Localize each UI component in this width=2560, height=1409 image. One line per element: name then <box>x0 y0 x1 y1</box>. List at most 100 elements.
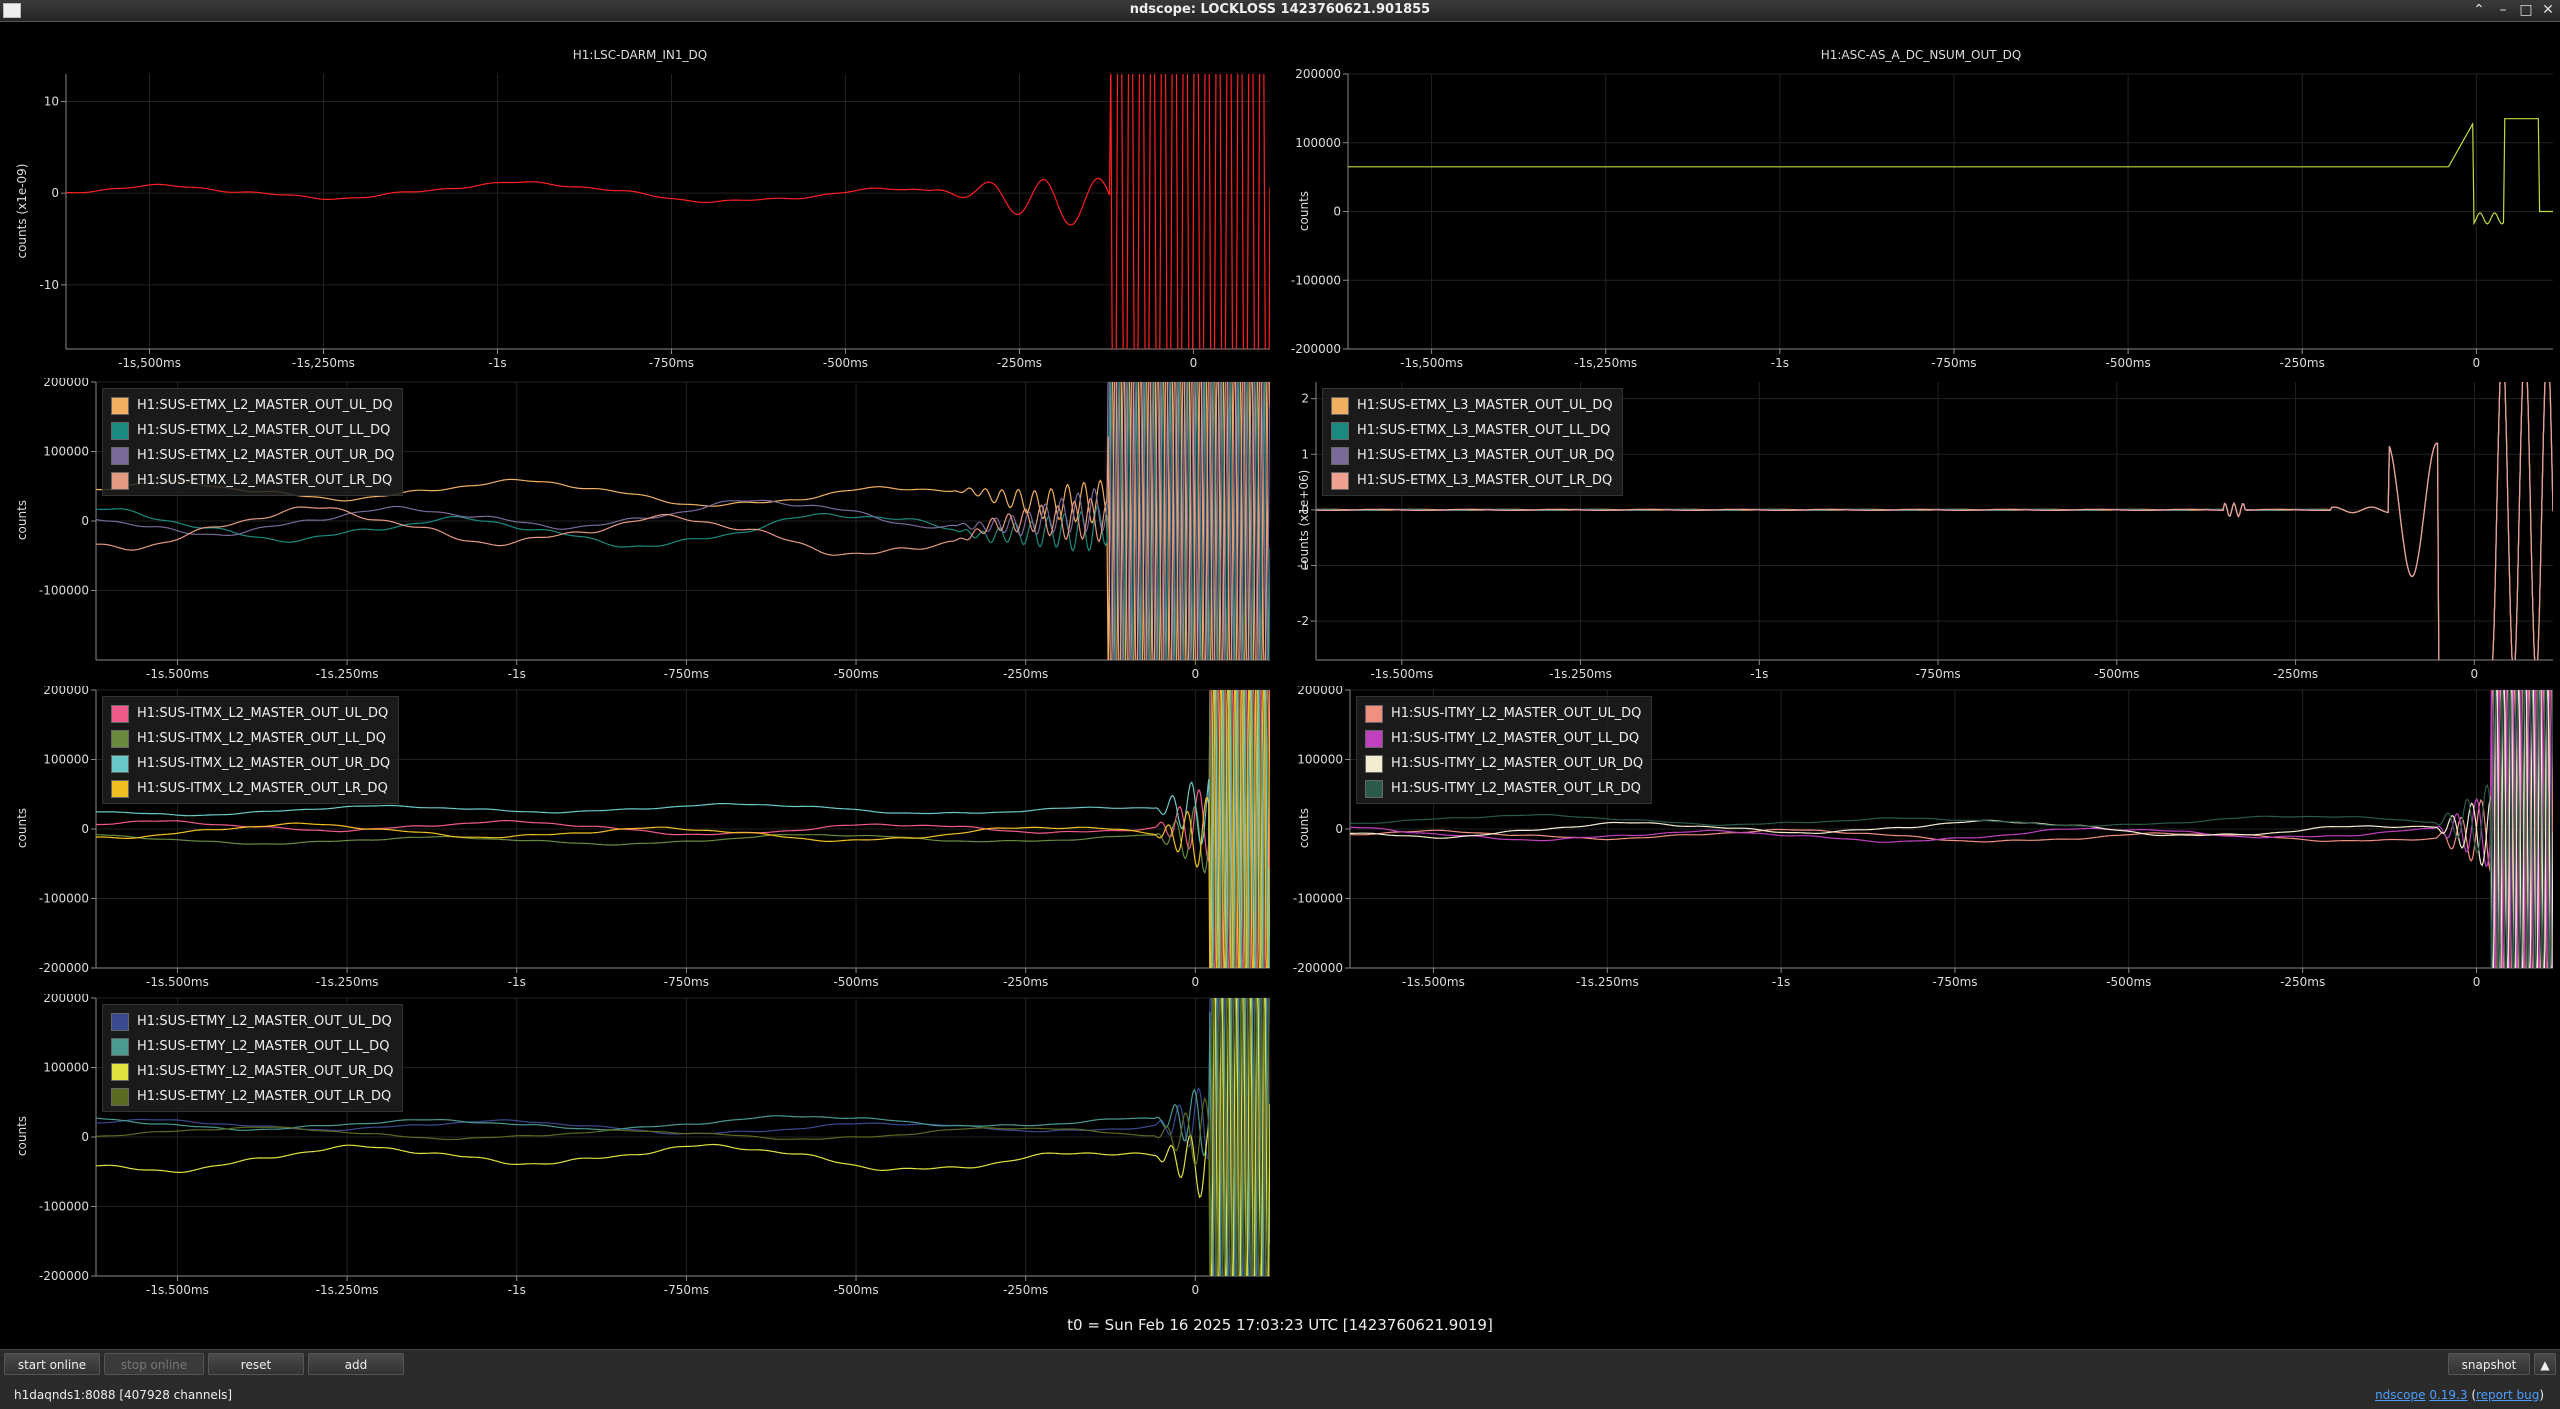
plot-etmy-l2[interactable]: -1s,500ms -1s,250ms -1s -750ms -500ms -250ms 0… <box>0 994 1280 1294</box>
legend-item[interactable]: H1:SUS-ITMY_L2_MASTER_OUT_LL_DQ <box>1365 726 1643 751</box>
report-bug-link[interactable]: report bug <box>2476 1388 2539 1402</box>
plot-darm[interactable]: H1:LSC-DARM_IN1_DQ -1s,500ms -1s,250ms -1s -… <box>0 24 1280 370</box>
legend-label: H1:SUS-ETMX_L2_MASTER_OUT_LR_DQ <box>137 473 393 488</box>
legend-item[interactable]: H1:SUS-ETMX_L2_MASTER_OUT_LR_DQ <box>111 468 394 493</box>
y-tick-label: -10 <box>39 278 59 292</box>
legend[interactable]: H1:SUS-ETMX_L3_MASTER_OUT_UL_DQ H1:SUS-ET… <box>1322 388 1624 496</box>
channel-count: [407928 channels] <box>119 1388 233 1402</box>
legend-item[interactable]: H1:SUS-ETMX_L3_MASTER_OUT_UR_DQ <box>1331 443 1614 468</box>
minimize-icon[interactable]: – <box>2493 1 2513 19</box>
version-info: ndscope 0.19.3 (report bug) <box>2375 1388 2544 1402</box>
legend-item[interactable]: H1:SUS-ITMX_L2_MASTER_OUT_UR_DQ <box>111 751 390 776</box>
legend-item[interactable]: H1:SUS-ITMX_L2_MASTER_OUT_LR_DQ <box>111 776 390 801</box>
legend-swatch <box>111 446 129 465</box>
legend-item[interactable]: H1:SUS-ITMX_L2_MASTER_OUT_UL_DQ <box>111 701 390 726</box>
x-tick-label: -1s,250ms <box>316 667 379 678</box>
chevron-up-icon[interactable]: ⌃ <box>2469 1 2489 19</box>
plot-etmx-l2[interactable]: -1s,500ms -1s,250ms -1s -750ms -500ms -250ms 0… <box>0 378 1280 678</box>
maximize-icon[interactable]: □ <box>2516 1 2536 19</box>
x-tick-label: 0 <box>2471 667 2479 678</box>
x-tick-label: 0 <box>1190 356 1198 370</box>
x-tick-label: -250ms <box>2280 356 2325 370</box>
version-prefix-link[interactable]: ndscope <box>2375 1388 2425 1402</box>
x-tick-label: -500ms <box>2106 356 2151 370</box>
legend-swatch <box>111 1037 129 1056</box>
x-tick-label: -500ms <box>2094 667 2139 678</box>
legend-label: H1:SUS-ETMX_L2_MASTER_OUT_LL_DQ <box>137 423 391 438</box>
reset-button[interactable]: reset <box>208 1353 304 1375</box>
add-channels-button[interactable]: add channels <box>308 1353 404 1394</box>
y-tick-label: -200000 <box>1291 342 1341 356</box>
y-tick-label: 100000 <box>1295 136 1341 150</box>
x-tick-label: 0 <box>1192 1283 1200 1294</box>
x-tick-label: -500ms <box>833 667 878 678</box>
x-tick-label: -250ms <box>2280 975 2325 986</box>
x-tick-label: -1s <box>1772 975 1790 986</box>
legend-item[interactable]: H1:SUS-ETMY_L2_MASTER_OUT_UL_DQ <box>111 1009 394 1034</box>
plot-etmx-l3[interactable]: -1s,500ms -1s,250ms -1s -750ms -500ms -250ms 0… <box>1282 378 2560 678</box>
plot-asc[interactable]: H1:ASC-AS_A_DC_NSUM_OUT_DQ -1s,500ms -1s,2… <box>1282 24 2560 370</box>
legend-item[interactable]: H1:SUS-ETMY_L2_MASTER_OUT_UR_DQ <box>111 1059 394 1084</box>
y-tick-label: 200000 <box>43 686 89 697</box>
toolbar: start online stop online reset add chann… <box>0 1349 2560 1394</box>
legend-item[interactable]: H1:SUS-ETMY_L2_MASTER_OUT_LL_DQ <box>111 1034 394 1059</box>
legend-item[interactable]: H1:SUS-ITMY_L2_MASTER_OUT_UR_DQ <box>1365 751 1643 776</box>
plot-canvas[interactable]: -1s,500ms -1s,250ms -1s -750ms -500ms -250ms 0… <box>0 24 1280 370</box>
legend-item[interactable]: H1:SUS-ITMX_L2_MASTER_OUT_LL_DQ <box>111 726 390 751</box>
legend[interactable]: H1:SUS-ETMY_L2_MASTER_OUT_UL_DQ H1:SUS-ET… <box>102 1004 403 1112</box>
x-tick-label: -250ms <box>1003 975 1048 986</box>
x-tick-label: -750ms <box>664 667 709 678</box>
legend-label: H1:SUS-ITMX_L2_MASTER_OUT_UL_DQ <box>137 706 389 721</box>
legend-item[interactable]: H1:SUS-ETMX_L3_MASTER_OUT_LR_DQ <box>1331 468 1614 493</box>
start-online-button[interactable]: start online <box>4 1353 100 1375</box>
y-tick-label: 200000 <box>43 994 89 1005</box>
legend[interactable]: H1:SUS-ITMX_L2_MASTER_OUT_UL_DQ H1:SUS-IT… <box>102 696 400 804</box>
legend-label: H1:SUS-ETMX_L2_MASTER_OUT_UL_DQ <box>137 398 393 413</box>
x-tick-label: -1s,500ms <box>1400 356 1463 370</box>
legend-item[interactable]: H1:SUS-ITMY_L2_MASTER_OUT_LR_DQ <box>1365 776 1643 801</box>
y-tick-label: 0 <box>1333 205 1341 219</box>
legend-label: H1:SUS-ITMY_L2_MASTER_OUT_LR_DQ <box>1391 781 1641 796</box>
legend-item[interactable]: H1:SUS-ETMX_L3_MASTER_OUT_UL_DQ <box>1331 393 1614 418</box>
legend-item[interactable]: H1:SUS-ETMX_L2_MASTER_OUT_UL_DQ <box>111 393 394 418</box>
legend-item[interactable]: H1:SUS-ITMY_L2_MASTER_OUT_UL_DQ <box>1365 701 1643 726</box>
legend[interactable]: H1:SUS-ETMX_L2_MASTER_OUT_UL_DQ H1:SUS-ET… <box>102 388 404 496</box>
collapse-icon[interactable]: ▲ <box>2534 1353 2556 1375</box>
legend-item[interactable]: H1:SUS-ETMX_L3_MASTER_OUT_LL_DQ <box>1331 418 1614 443</box>
legend-label: H1:SUS-ETMX_L2_MASTER_OUT_UR_DQ <box>137 448 395 463</box>
series-group <box>1348 118 2553 226</box>
y-axis-label: counts <box>1297 190 1311 231</box>
y-tick-label: -100000 <box>1293 892 1343 906</box>
x-tick-label: -1s <box>508 975 526 986</box>
legend-label: H1:SUS-ETMX_L3_MASTER_OUT_LL_DQ <box>1357 423 1611 438</box>
x-tick-label: -750ms <box>1932 975 1977 986</box>
close-icon[interactable]: ✕ <box>2538 1 2558 19</box>
x-tick-label: 0 <box>2473 975 2481 986</box>
plot-canvas[interactable]: -1s,500ms -1s,250ms -1s -750ms -500ms -250ms 0… <box>1282 24 2560 370</box>
x-tick-label: 0 <box>1192 667 1200 678</box>
legend-swatch <box>111 754 129 773</box>
x-tick-label: -750ms <box>664 975 709 986</box>
legend-item[interactable]: H1:SUS-ETMX_L2_MASTER_OUT_UR_DQ <box>111 443 394 468</box>
legend-swatch <box>111 396 129 415</box>
legend-label: H1:SUS-ITMX_L2_MASTER_OUT_LR_DQ <box>137 781 388 796</box>
x-tick-label: -1s,500ms <box>1402 975 1465 986</box>
plot-itmx-l2[interactable]: -1s,500ms -1s,250ms -1s -750ms -500ms -250ms 0… <box>0 686 1280 986</box>
server-address: h1daqnds1:8088 <box>14 1388 116 1402</box>
snapshot-button[interactable]: snapshot <box>2448 1353 2530 1375</box>
x-tick-label: -1s,250ms <box>1574 356 1637 370</box>
plot-itmy-l2[interactable]: -1s,500ms -1s,250ms -1s -750ms -500ms -250ms 0… <box>1282 686 2560 986</box>
stop-online-button[interactable]: stop online <box>104 1353 204 1375</box>
x-tick-label: -750ms <box>1915 667 1960 678</box>
legend-label: H1:SUS-ITMX_L2_MASTER_OUT_UR_DQ <box>137 756 391 771</box>
y-axis-label: counts <box>1297 807 1311 849</box>
legend[interactable]: H1:SUS-ITMY_L2_MASTER_OUT_UL_DQ H1:SUS-IT… <box>1356 696 1653 804</box>
y-tick-label: -200000 <box>1293 961 1343 975</box>
window-title: ndscope: LOCKLOSS 1423760621.901855 <box>1129 2 1431 17</box>
x-tick-label: -500ms <box>833 1283 878 1294</box>
legend-item[interactable]: H1:SUS-ETMY_L2_MASTER_OUT_LR_DQ <box>111 1084 394 1109</box>
version-link[interactable]: 0.19.3 <box>2429 1388 2467 1402</box>
y-tick-label: 10 <box>44 95 59 109</box>
legend-item[interactable]: H1:SUS-ETMX_L2_MASTER_OUT_LL_DQ <box>111 418 394 443</box>
legend-label: H1:SUS-ITMX_L2_MASTER_OUT_LL_DQ <box>137 731 387 746</box>
